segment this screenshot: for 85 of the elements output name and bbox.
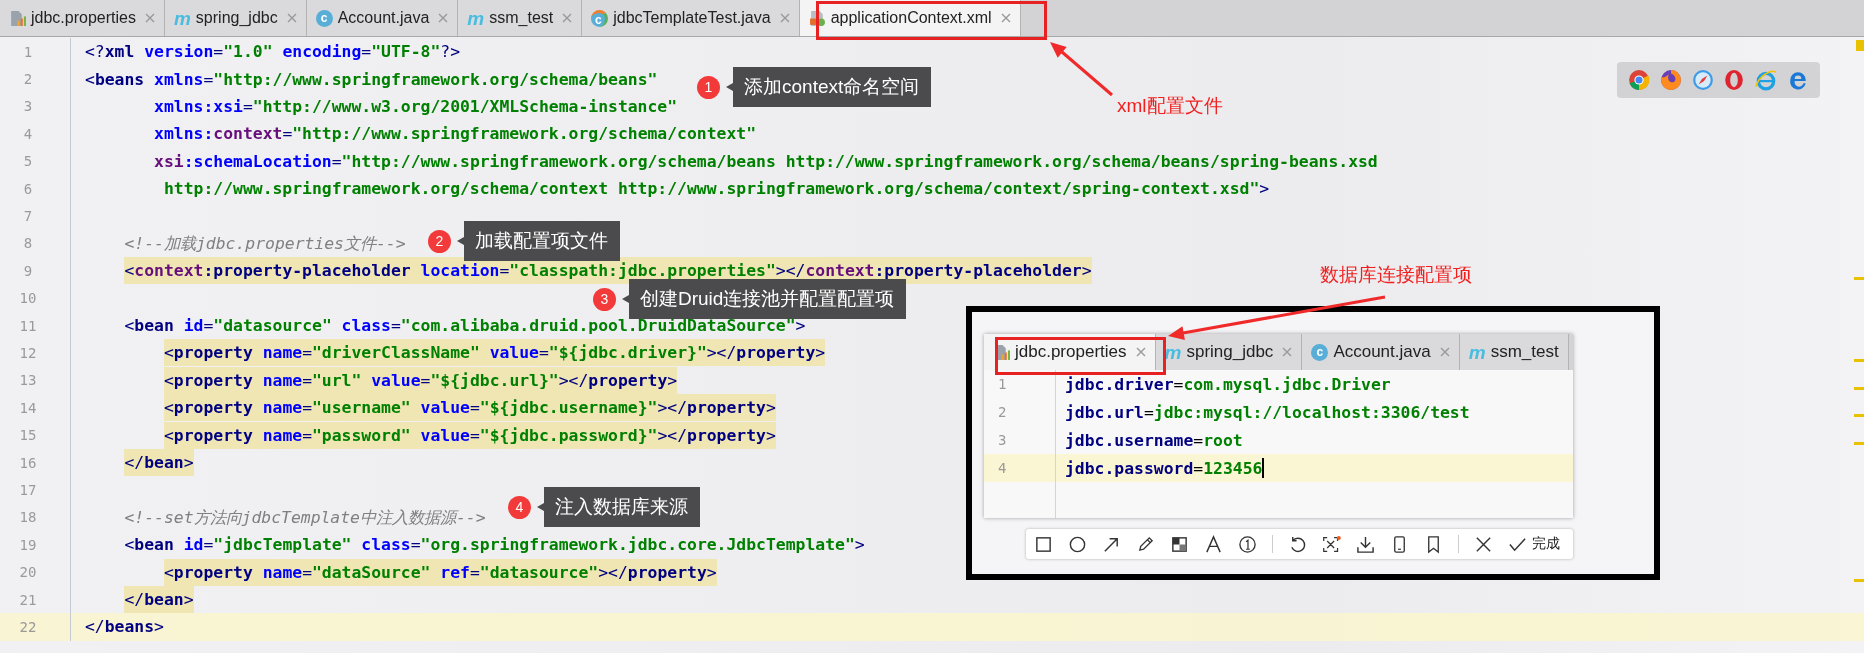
line-number: 8 xyxy=(22,235,34,252)
annotation-arrow xyxy=(1050,42,1113,97)
editor-tab[interactable]: c Account.java xyxy=(306,0,459,36)
line-number: 14 xyxy=(18,399,38,416)
editor-tab[interactable]: m spring_jdbc xyxy=(164,0,307,36)
editor-tab[interactable]: applicationContext.xml xyxy=(799,0,1021,36)
step-badge: 1 xyxy=(697,75,720,99)
callout-label: 添加context命名空间 xyxy=(726,67,932,107)
test-class-icon: c xyxy=(591,9,609,27)
class-icon: c xyxy=(1311,343,1329,361)
mosaic-icon[interactable] xyxy=(1170,534,1189,554)
line-number: 4 xyxy=(22,125,34,142)
line-number: 4 xyxy=(997,460,1007,476)
editor-tab[interactable]: m ssm_test xyxy=(1459,334,1569,370)
code-line: <bean id="jdbcTemplate" class="org.springframework.jdbc.core.JdbcTemplate"> xyxy=(123,534,865,557)
code-line: <?xml version="1.0" encoding="UTF-8"?> xyxy=(84,41,461,64)
line-number: 7 xyxy=(22,208,34,225)
code-line: jdbc.password=123456 xyxy=(1064,457,1263,480)
scan-icon[interactable] xyxy=(1322,534,1341,554)
line-number: 12 xyxy=(18,345,38,361)
step-badge: 2 xyxy=(428,229,451,253)
line-number: 13 xyxy=(18,372,38,389)
ellipse-tool-icon[interactable] xyxy=(1068,534,1087,554)
pencil-icon[interactable] xyxy=(1136,534,1155,554)
line-number: 1 xyxy=(22,43,34,60)
line-number: 5 xyxy=(22,153,34,170)
line-number: 3 xyxy=(997,432,1007,448)
line-number: 18 xyxy=(18,509,38,526)
line-number: 9 xyxy=(22,262,34,279)
browser-icon[interactable] xyxy=(1723,69,1746,91)
editor-tab[interactable]: jdbc.properties xyxy=(984,334,1156,370)
line-number: 15 xyxy=(18,427,38,444)
browser-icon[interactable] xyxy=(1691,69,1714,91)
line-number: 22 xyxy=(18,618,38,635)
step-badge: 4 xyxy=(508,495,531,519)
class-icon: c xyxy=(315,9,333,27)
browser-icon[interactable] xyxy=(1627,69,1650,91)
rectangle-tool-icon[interactable] xyxy=(1034,534,1053,554)
module-icon: m xyxy=(173,8,191,28)
callout-label: 注入数据库来源 xyxy=(537,487,700,527)
numbered-marker-icon[interactable] xyxy=(1238,534,1257,554)
line-number: 2 xyxy=(22,71,34,88)
editor-tab[interactable]: c Account.java xyxy=(1302,334,1460,370)
editor-tab[interactable]: c jdbcTemplateTest.java xyxy=(582,0,800,36)
code-line: xsi:schemaLocation="http://www.springframework.org/schema/beans http://www.springframework.org/schema/beans/spring-beans.xsd xyxy=(153,150,1378,173)
close-icon[interactable] xyxy=(1474,534,1493,554)
code-line: jdbc.driver=com.mysql.jdbc.Driver xyxy=(1064,373,1391,396)
code-line: jdbc.url=jdbc:mysql://localhost:3306/test xyxy=(1064,401,1470,424)
code-line: xmlns:context="http://www.springframework.org/schema/context" xyxy=(153,123,757,146)
line-number: 16 xyxy=(18,454,38,471)
download-icon[interactable] xyxy=(1356,534,1375,554)
code-line: <!--加载jdbc.properties文件--> xyxy=(123,232,406,255)
callout-label: 加载配置项文件 xyxy=(457,221,620,261)
line-number: 3 xyxy=(22,98,34,115)
annotation-text: xml配置文件 xyxy=(1117,94,1223,118)
line-number: 17 xyxy=(18,481,38,498)
browser-icon[interactable] xyxy=(1659,69,1682,91)
line-number: 6 xyxy=(22,180,34,197)
code-line: </beans> xyxy=(84,616,164,639)
line-number: 19 xyxy=(18,536,38,553)
step-badge: 3 xyxy=(593,287,616,311)
editor-tab[interactable]: jdbc.properties xyxy=(0,0,165,36)
line-number: 10 xyxy=(18,290,38,307)
code-line: <!--set方法向jdbcTemplate中注入数据源--> xyxy=(123,506,486,529)
text-tool-icon[interactable] xyxy=(1204,534,1223,554)
module-icon: m xyxy=(1164,342,1182,362)
editor-tab[interactable]: m ssm_test xyxy=(458,0,583,36)
properties-file-icon xyxy=(9,9,26,27)
module-icon: m xyxy=(467,8,485,28)
editor-tab[interactable]: m spring_jdbc xyxy=(1155,334,1303,370)
line-number: 11 xyxy=(18,317,38,334)
code-line: <beans xmlns="http://www.springframework.org/schema/beans" xyxy=(84,68,658,91)
line-number: 1 xyxy=(997,376,1007,392)
text-cursor xyxy=(1262,458,1265,478)
code-line: jdbc.username=root xyxy=(1064,429,1243,452)
code-line: http://www.springframework.org/schema/context http://www.springframework.org/schema/context/spring-context.xsd"> xyxy=(162,178,1270,201)
line-number: 20 xyxy=(18,564,38,581)
module-icon: m xyxy=(1468,342,1486,362)
annotation-text: 数据库连接配置项 xyxy=(1320,263,1472,287)
undo-icon[interactable] xyxy=(1288,534,1307,554)
line-number: 21 xyxy=(18,591,38,608)
callout-label: 创建Druid连接池并配置配置项 xyxy=(622,279,907,319)
line-number: 2 xyxy=(997,404,1007,420)
done-button[interactable]: 完成 xyxy=(1508,534,1560,554)
code-line: xmlns:xsi="http://www.w3.org/2001/XMLSchema-instance" xyxy=(153,95,678,118)
